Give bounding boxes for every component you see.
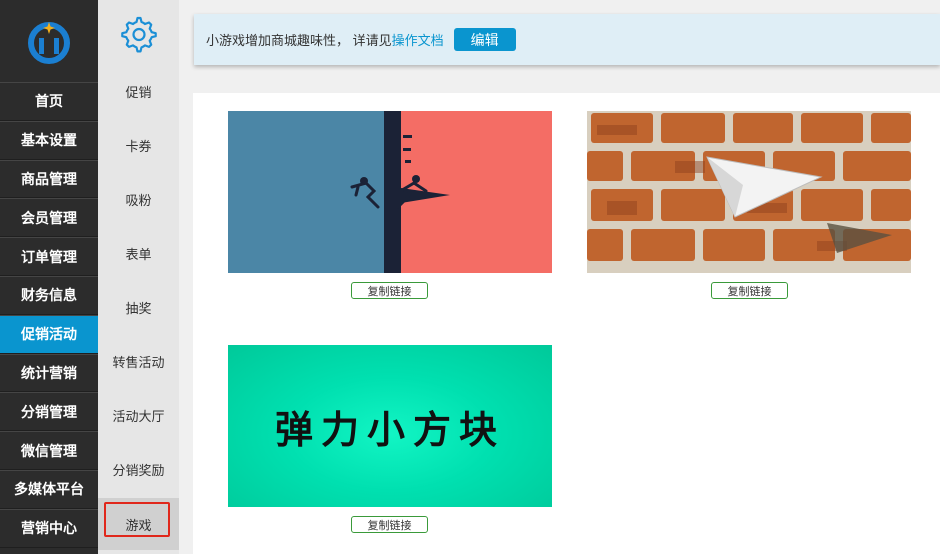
- subnav-item[interactable]: 吸粉: [98, 180, 179, 218]
- nav-item-label: 分销管理: [21, 403, 77, 420]
- nav-item[interactable]: 会员管理: [0, 198, 98, 238]
- logo-icon: [28, 22, 70, 64]
- game-thumbnail-3[interactable]: 弹力小方块: [228, 345, 552, 507]
- subnav-item[interactable]: 活动大厅: [98, 396, 179, 434]
- copy-link-button[interactable]: 复制链接: [711, 282, 788, 299]
- selection-highlight: [104, 502, 170, 537]
- subnav-item[interactable]: 分销奖励: [98, 450, 179, 488]
- nav-item[interactable]: 多媒体平台: [0, 469, 98, 509]
- nav-item-active[interactable]: 促销活动: [0, 314, 98, 354]
- nav-item-label: 营销中心: [21, 520, 77, 537]
- settings-gear[interactable]: [98, 0, 179, 68]
- game-thumbnail-1[interactable]: [228, 111, 552, 273]
- subnav-item-label: 吸粉: [125, 192, 152, 208]
- nav-item-label: 基本设置: [21, 132, 77, 149]
- nav-item[interactable]: 基本设置: [0, 120, 98, 160]
- subnav-item[interactable]: 转售活动: [98, 342, 179, 380]
- nav-item-label: 首页: [35, 93, 63, 110]
- brand-logo[interactable]: [0, 0, 98, 82]
- subnav-item-label: 活动大厅: [112, 408, 165, 424]
- nav-item[interactable]: 统计营销: [0, 353, 98, 393]
- subnav-item-label: 表单: [125, 246, 152, 262]
- nav-item-label: 会员管理: [21, 209, 77, 226]
- subnav-item-label: 促销: [125, 84, 152, 100]
- subnav-item[interactable]: 促销: [98, 72, 179, 110]
- nav-item[interactable]: 营销中心: [0, 508, 98, 548]
- subnav-item-label: 抽奖: [125, 300, 152, 316]
- subnav-item[interactable]: 卡券: [98, 126, 179, 164]
- nav-item-label: 统计营销: [21, 364, 77, 381]
- notice-bar: 小游戏增加商城趣味性， 详请见 操作文档 编辑: [194, 14, 940, 65]
- docs-link[interactable]: 操作文档: [392, 30, 444, 49]
- nav-item-label: 多媒体平台: [14, 481, 84, 498]
- nav-item[interactable]: 订单管理: [0, 237, 98, 276]
- nav-item-label: 财务信息: [21, 287, 77, 304]
- subnav-item-label: 转售活动: [112, 354, 165, 370]
- nav-item[interactable]: 首页: [0, 82, 98, 121]
- games-panel: 复制链接 复制链接 弹力小方块 复制链接: [193, 93, 940, 554]
- game-image-paper-plane: [587, 111, 911, 273]
- nav-item[interactable]: 微信管理: [0, 431, 98, 470]
- game-image-split-runner: [228, 111, 552, 273]
- edit-button[interactable]: 编辑: [453, 28, 516, 51]
- subnav-item[interactable]: 表单: [98, 234, 179, 272]
- notice-text: 小游戏增加商城趣味性， 详请见: [206, 33, 392, 48]
- main-sidebar: 首页 基本设置 商品管理 会员管理 订单管理 财务信息 促销活动 统计营销 分销…: [0, 0, 98, 554]
- nav-item-label: 促销活动: [21, 326, 77, 343]
- subnav-item-games[interactable]: 游戏: [98, 498, 179, 550]
- nav-item[interactable]: 财务信息: [0, 275, 98, 315]
- subnav-item[interactable]: 抽奖: [98, 288, 179, 326]
- nav-item-label: 微信管理: [21, 442, 77, 459]
- game-title: 弹力小方块: [274, 407, 505, 452]
- gear-icon: [120, 16, 157, 53]
- nav-item[interactable]: 商品管理: [0, 159, 98, 199]
- copy-link-button[interactable]: 复制链接: [351, 282, 428, 299]
- copy-link-button[interactable]: 复制链接: [351, 516, 428, 533]
- game-thumbnail-2[interactable]: [587, 111, 911, 273]
- nav-item[interactable]: 分销管理: [0, 392, 98, 432]
- sub-sidebar: 促销 卡券 吸粉 表单 抽奖 转售活动 活动大厅 分销奖励 游戏: [98, 0, 179, 554]
- nav-item-label: 订单管理: [21, 248, 77, 265]
- subnav-item-label: 分销奖励: [112, 462, 165, 478]
- subnav-item-label: 卡券: [125, 138, 152, 154]
- nav-item-label: 商品管理: [21, 170, 77, 187]
